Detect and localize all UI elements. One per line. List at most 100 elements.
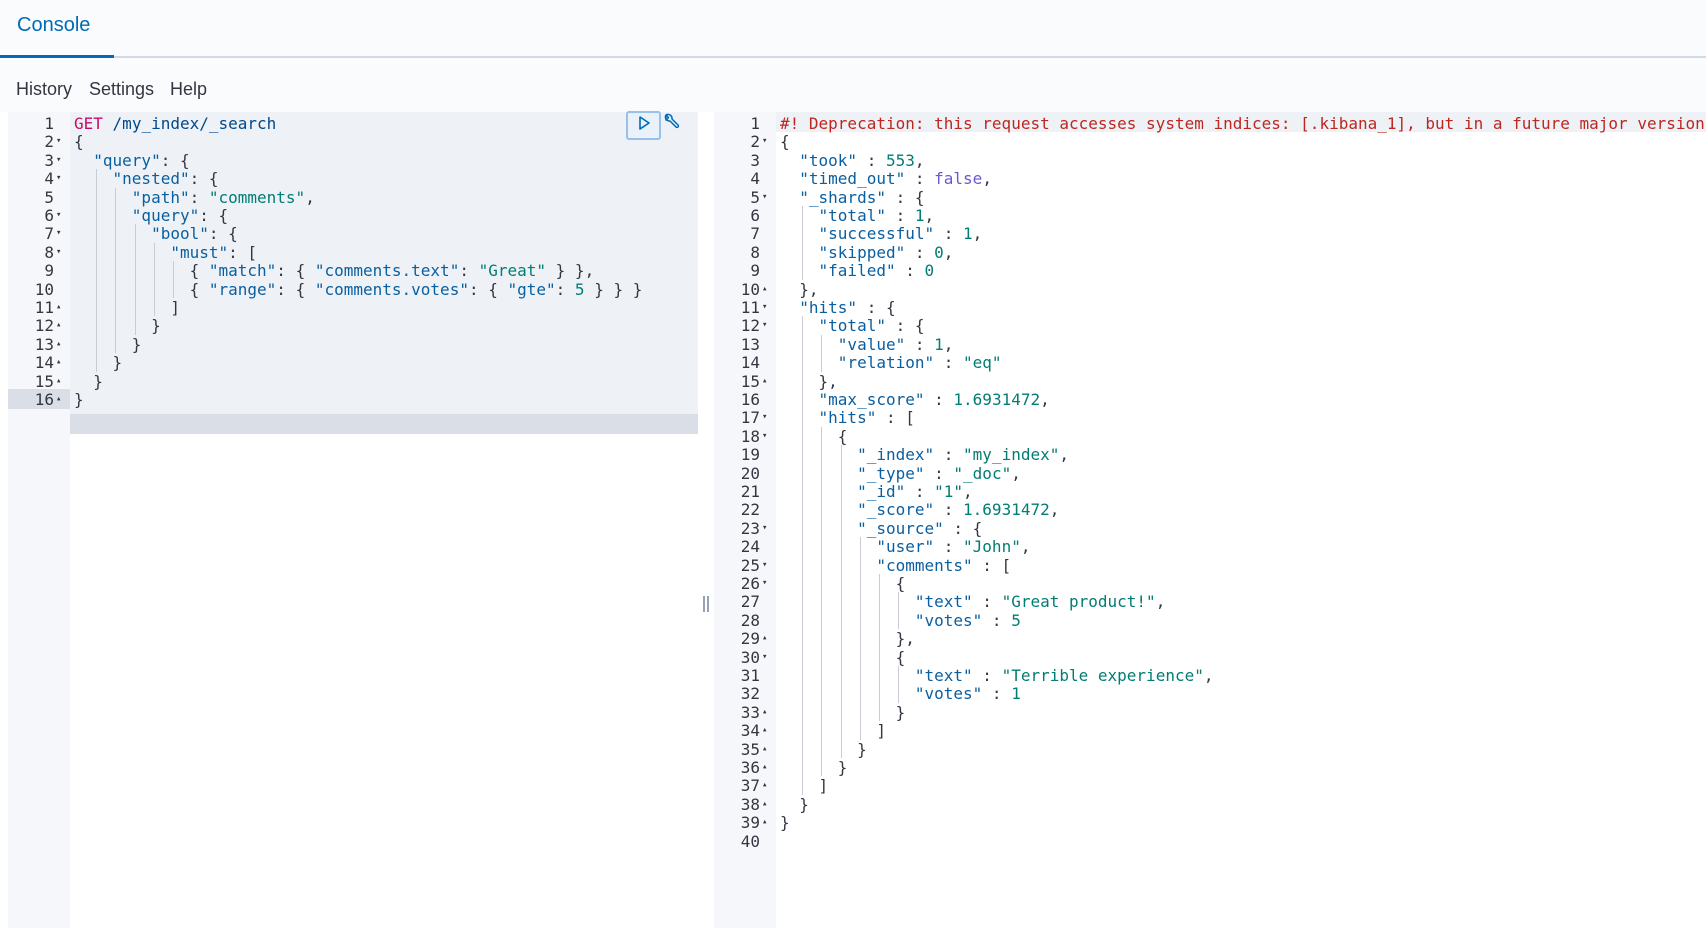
fold-close-icon[interactable]: ▴ [56,357,61,367]
menu-settings[interactable]: Settings [89,79,154,100]
response-code-line: "text" : "Terrible experience", [914,666,1214,685]
fold-open-icon[interactable]: ▾ [762,302,767,312]
indent-guide [840,445,842,464]
request-line-number: 2 [44,132,54,152]
fold-open-icon[interactable]: ▾ [762,136,767,146]
fold-close-icon[interactable]: ▴ [56,339,61,349]
fold-open-icon[interactable]: ▾ [56,247,61,257]
indent-guide [840,482,842,501]
indent-guide [802,408,804,427]
fold-close-icon[interactable]: ▴ [56,376,61,386]
response-line-number: 14 [740,353,760,373]
response-viewer[interactable]: 1 2 ▾ 3 4 5 ▾ 6 7 8 9 10 ▴ 11 ▾ 12 ▾ 13 14 15 ▴ 16 17 ▾ 18 ▾ 19 20 2… [714,112,1706,928]
fold-close-icon[interactable]: ▴ [762,799,767,809]
response-line-number: 5 [750,187,760,207]
response-code-line: } [780,702,906,722]
indent-guide [859,721,861,740]
indent-guide [802,629,804,648]
indent-guide [134,224,136,243]
fold-close-icon[interactable]: ▴ [762,633,767,643]
indent-guide [859,555,861,574]
request-line-number: 15 [34,371,54,391]
indent-guide [115,224,117,243]
fold-close-icon[interactable]: ▴ [762,284,767,294]
response-line-number: 37 [740,776,760,796]
indent-guide [96,298,98,317]
menu-help[interactable]: Help [170,79,207,100]
indent-guide [879,666,880,685]
indent-guide [134,279,136,298]
fold-open-icon[interactable]: ▾ [762,412,767,422]
response-line-number: 29 [740,629,760,649]
request-line-number: 1 [44,114,54,133]
indent-guide [115,279,117,298]
response-gutter: 1 2 ▾ 3 4 5 ▾ 6 7 8 9 10 ▴ 11 ▾ 12 ▾ 13 14 15 ▴ 16 17 ▾ 18 ▾ 19 20 2… [714,112,776,928]
indent-guide [802,555,804,574]
response-line-number: 31 [740,666,760,685]
fold-open-icon[interactable]: ▾ [56,136,61,146]
splitter-handle-icon[interactable] [703,596,709,612]
fold-open-icon[interactable]: ▾ [762,523,767,533]
response-line-number: 8 [750,242,760,262]
indent-guide [802,242,804,262]
fold-close-icon[interactable]: ▴ [762,817,767,827]
indent-guide [859,684,861,703]
response-code-line: { [780,132,790,152]
request-line-number: 9 [44,261,54,281]
send-request-button[interactable] [626,111,661,140]
indent-guide [802,684,804,703]
tab-console-label: Console [17,14,91,36]
fold-open-icon[interactable]: ▾ [56,155,61,165]
indent-guide [153,298,155,317]
fold-open-icon[interactable]: ▾ [762,560,767,570]
response-line-number: 18 [740,426,760,446]
indent-guide [134,316,136,335]
request-editor[interactable]: 1 2 ▾ 3 ▾ 4 ▾ 5 6 ▾ 7 ▾ 8 ▾ 9 10 11 ▴ 12 ▴ 13 ▴ 14 ▴ 15 ▴ 16 ▴ GET … [8,112,698,928]
request-line-number: 6 [44,206,54,225]
fold-close-icon[interactable]: ▴ [762,376,767,386]
indent-guide [115,316,117,335]
fold-open-icon[interactable]: ▾ [762,431,767,441]
fold-close-icon[interactable]: ▴ [762,744,767,754]
pane-splitter[interactable] [698,112,714,928]
response-code-line: "_index" : "my_index", [857,445,1069,465]
indent-guide [821,463,823,482]
response-line-number: 24 [740,537,760,557]
tab-console[interactable]: Console [0,0,114,58]
fold-close-icon[interactable]: ▴ [762,725,767,735]
active-line-highlight [8,414,698,434]
indent-guide [840,647,842,666]
fold-open-icon[interactable]: ▾ [762,652,767,662]
fold-open-icon[interactable]: ▾ [762,192,767,202]
indent-guide [802,316,804,335]
request-settings-button[interactable] [657,112,685,137]
indent-guide [859,702,861,722]
fold-open-icon[interactable]: ▾ [56,173,61,183]
fold-close-icon[interactable]: ▴ [56,320,61,330]
indent-guide [840,574,842,593]
indent-guide [802,666,804,685]
response-code-line: "_id" : "1", [857,482,973,501]
request-code-line: { "range": { "comments.votes": { "gte": … [74,279,643,299]
response-line-number: 13 [740,334,760,354]
fold-close-icon[interactable]: ▴ [762,707,767,717]
response-code-line: }, [780,279,819,299]
fold-close-icon[interactable]: ▴ [56,302,61,312]
indent-guide [153,261,155,280]
indent-guide [802,592,804,611]
indent-guide [115,242,117,262]
fold-close-icon[interactable]: ▴ [762,762,767,772]
response-code-line: "votes" : 1 [914,684,1021,704]
indent-guide [802,390,804,409]
response-line-number: 20 [740,463,760,483]
fold-close-icon[interactable]: ▴ [56,394,61,404]
response-line-number: 12 [740,316,760,336]
fold-close-icon[interactable]: ▴ [762,780,767,790]
menu-history[interactable]: History [16,79,72,100]
indent-guide [115,187,117,206]
fold-open-icon[interactable]: ▾ [56,210,61,220]
indent-guide [840,721,842,740]
fold-open-icon[interactable]: ▾ [56,228,61,238]
fold-open-icon[interactable]: ▾ [762,578,767,588]
fold-open-icon[interactable]: ▾ [762,320,767,330]
